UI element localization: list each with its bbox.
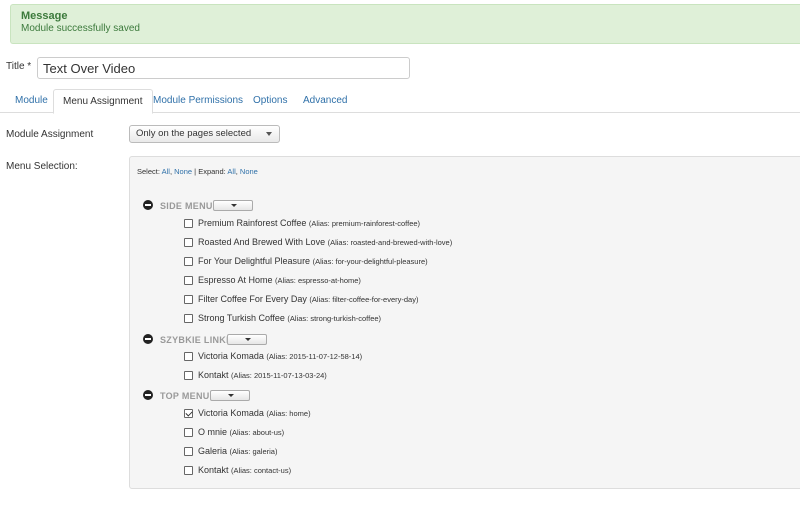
caret-down-icon: [245, 338, 251, 341]
title-label: Title *: [6, 61, 32, 72]
tab-menu-assignment[interactable]: Menu Assignment: [53, 89, 153, 114]
menu-item-checkbox[interactable]: [184, 314, 193, 323]
menu-item-checkbox[interactable]: [184, 295, 193, 304]
tab-module[interactable]: Module: [6, 89, 57, 113]
menu-item-alias: (Alias: premium-rainforest-coffee): [308, 219, 421, 228]
module-assignment-value: Only on the pages selected: [136, 128, 252, 139]
select-expand-controls: Select: All, None | Expand: All, None: [137, 167, 258, 176]
module-assignment-label: Module Assignment: [6, 129, 94, 140]
menu-item-checkbox-checked[interactable]: [184, 409, 193, 418]
title-input[interactable]: [37, 57, 410, 79]
group-title-top-menu: TOP MENU: [160, 391, 210, 401]
caret-down-icon: [231, 204, 237, 207]
collapse-icon[interactable]: [143, 200, 153, 210]
menu-item-name: For Your Delightful Pleasure: [198, 256, 311, 266]
menu-item-checkbox[interactable]: [184, 466, 193, 475]
collapse-icon[interactable]: [143, 390, 153, 400]
menu-item-name: Kontakt: [198, 370, 229, 380]
menu-item-name: Victoria Komada: [198, 408, 264, 418]
alert-heading: Message: [21, 10, 68, 22]
tab-advanced[interactable]: Advanced: [294, 89, 356, 113]
expand-prefix: Expand:: [198, 167, 226, 176]
menu-item-alias: (Alias: about-us): [229, 428, 285, 437]
expand-all-link[interactable]: All: [227, 167, 235, 176]
menu-item-alias: (Alias: for-your-delightful-pleasure): [312, 257, 428, 266]
tab-bar: Module Menu Assignment Module Permission…: [0, 89, 800, 114]
menu-item-name: Premium Rainforest Coffee: [198, 218, 307, 228]
menu-selection-label: Menu Selection:: [6, 161, 78, 172]
chevron-down-icon: [266, 132, 272, 136]
separator: |: [194, 167, 197, 176]
menu-item-checkbox[interactable]: [184, 219, 193, 228]
menu-item-name: O mnie: [198, 427, 228, 437]
menu-item-name: Filter Coffee For Every Day: [198, 294, 307, 304]
menu-item-alias: (Alias: 2015-11-07-13-03-24): [231, 371, 327, 380]
menu-item-name: Strong Turkish Coffee: [198, 313, 285, 323]
menu-item-checkbox[interactable]: [184, 238, 193, 247]
menu-selection-panel: Select: All, None | Expand: All, None SI…: [129, 156, 800, 489]
group-options-dropdown[interactable]: [227, 334, 267, 345]
menu-item-alias: (Alias: strong-turkish-coffee): [287, 314, 382, 323]
menu-item-alias: (Alias: roasted-and-brewed-with-love): [327, 238, 453, 247]
menu-item-name: Victoria Komada: [198, 351, 264, 361]
menu-item-name: Kontakt: [198, 465, 229, 475]
menu-item-checkbox[interactable]: [184, 447, 193, 456]
group-options-dropdown[interactable]: [213, 200, 253, 211]
alert-message: Module successfully saved: [21, 23, 140, 34]
menu-item-alias: (Alias: home): [266, 409, 311, 418]
select-all-link[interactable]: All: [162, 167, 170, 176]
menu-item-checkbox[interactable]: [184, 428, 193, 437]
menu-item-checkbox[interactable]: [184, 371, 193, 380]
collapse-icon[interactable]: [143, 334, 153, 344]
tab-options[interactable]: Options: [244, 89, 296, 113]
menu-item-checkbox[interactable]: [184, 352, 193, 361]
module-assignment-select[interactable]: Only on the pages selected: [129, 125, 280, 143]
success-alert: Message Module successfully saved: [10, 4, 800, 44]
caret-down-icon: [228, 394, 234, 397]
menu-item-alias: (Alias: filter-coffee-for-every-day): [309, 295, 419, 304]
expand-none-link[interactable]: None: [240, 167, 258, 176]
menu-item-checkbox[interactable]: [184, 276, 193, 285]
group-title-szybkie-linki: SZYBKIE LINKI: [160, 335, 229, 345]
menu-item-alias: (Alias: galeria): [229, 447, 278, 456]
menu-item-alias: (Alias: 2015-11-07-12-58-14): [266, 352, 363, 361]
menu-item-name: Galeria: [198, 446, 228, 456]
group-options-dropdown[interactable]: [210, 390, 250, 401]
tab-module-permissions[interactable]: Module Permissions: [144, 89, 252, 113]
menu-item-name: Espresso At Home: [198, 275, 273, 285]
menu-item-name: Roasted And Brewed With Love: [198, 237, 326, 247]
select-prefix: Select:: [137, 167, 160, 176]
menu-item-alias: (Alias: contact-us): [231, 466, 292, 475]
menu-item-alias: (Alias: espresso-at-home): [275, 276, 361, 285]
menu-item-checkbox[interactable]: [184, 257, 193, 266]
select-none-link[interactable]: None: [174, 167, 192, 176]
group-title-side-menu: SIDE MENU: [160, 201, 213, 211]
